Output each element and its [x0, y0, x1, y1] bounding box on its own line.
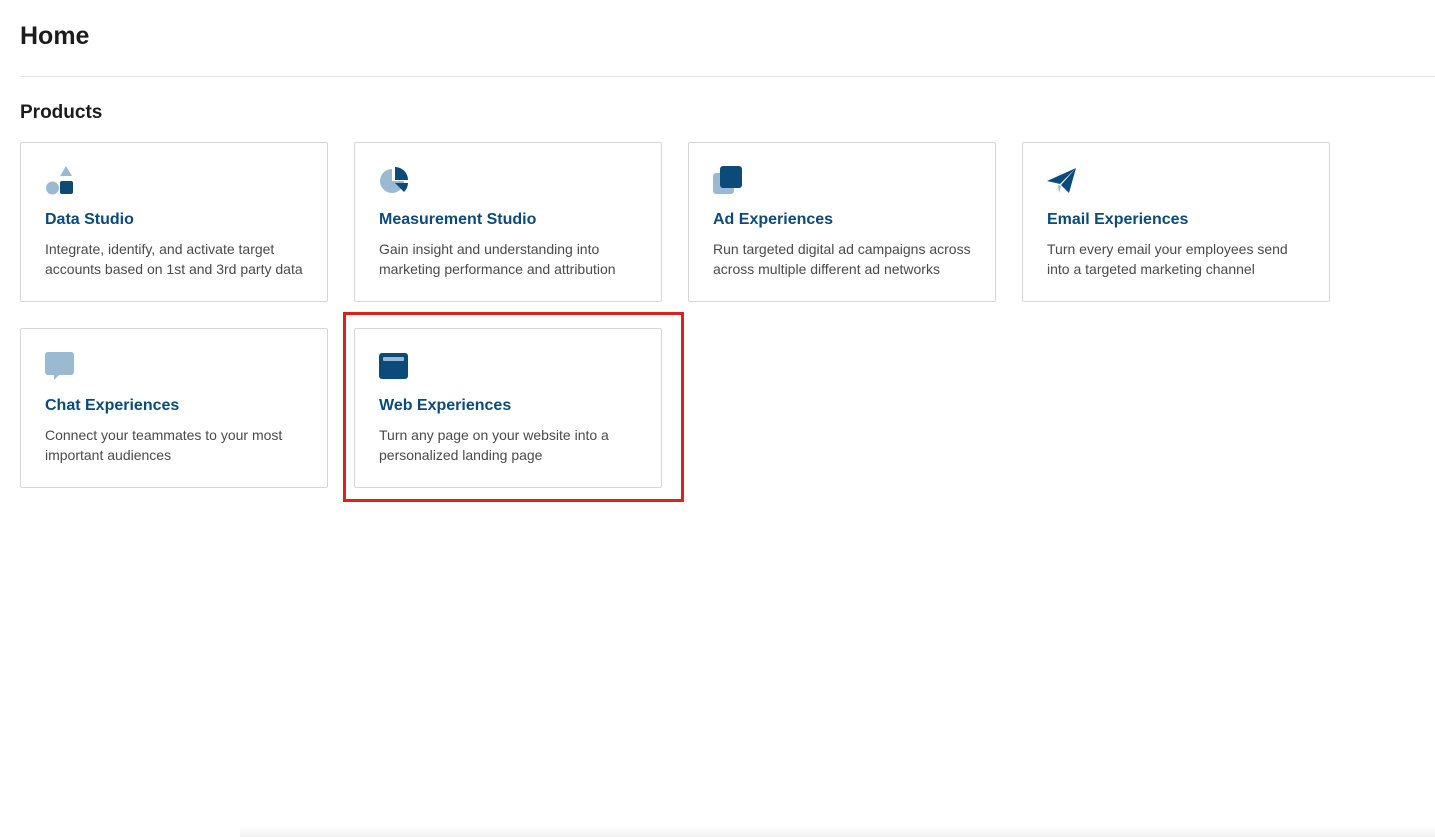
card-description: Gain insight and understanding into mark… — [379, 241, 616, 277]
card-description: Run targeted digital ad campaigns across… — [713, 241, 971, 277]
card-title: Chat Experiences — [45, 397, 180, 414]
product-card-chat-experiences[interactable]: Chat Experiences Connect your teammates … — [20, 328, 328, 488]
page-title: Home — [20, 22, 90, 50]
product-card-web-experiences[interactable]: Web Experiences Turn any page on your we… — [354, 328, 662, 488]
product-card-ad-experiences[interactable]: Ad Experiences Run targeted digital ad c… — [688, 142, 996, 302]
card-title: Data Studio — [45, 211, 134, 228]
products-section-title: Products — [20, 102, 103, 123]
bottom-shadow — [240, 825, 1435, 837]
product-card-email-experiences[interactable]: Email Experiences Turn every email your … — [1022, 142, 1330, 302]
pie-chart-icon — [379, 166, 409, 196]
card-title: Ad Experiences — [713, 211, 834, 228]
product-card-data-studio[interactable]: Data Studio Integrate, identify, and act… — [20, 142, 328, 302]
card-title: Email Experiences — [1047, 211, 1189, 228]
paper-plane-icon — [1047, 166, 1077, 196]
card-description: Turn every email your employees send int… — [1047, 241, 1288, 277]
card-description: Integrate, identify, and activate target… — [45, 241, 303, 277]
card-title: Measurement Studio — [379, 211, 537, 228]
card-description: Turn any page on your website into a per… — [379, 427, 609, 463]
layered-squares-icon — [713, 166, 743, 196]
browser-window-icon — [379, 352, 409, 382]
chat-bubble-icon — [45, 352, 75, 382]
header-divider — [20, 76, 1435, 77]
home-page: Home Products Data Studio Integrate, ide… — [0, 0, 1435, 837]
card-title: Web Experiences — [379, 397, 512, 414]
product-card-measurement-studio[interactable]: Measurement Studio Gain insight and unde… — [354, 142, 662, 302]
shapes-icon — [45, 166, 75, 196]
card-description: Connect your teammates to your most impo… — [45, 427, 283, 463]
